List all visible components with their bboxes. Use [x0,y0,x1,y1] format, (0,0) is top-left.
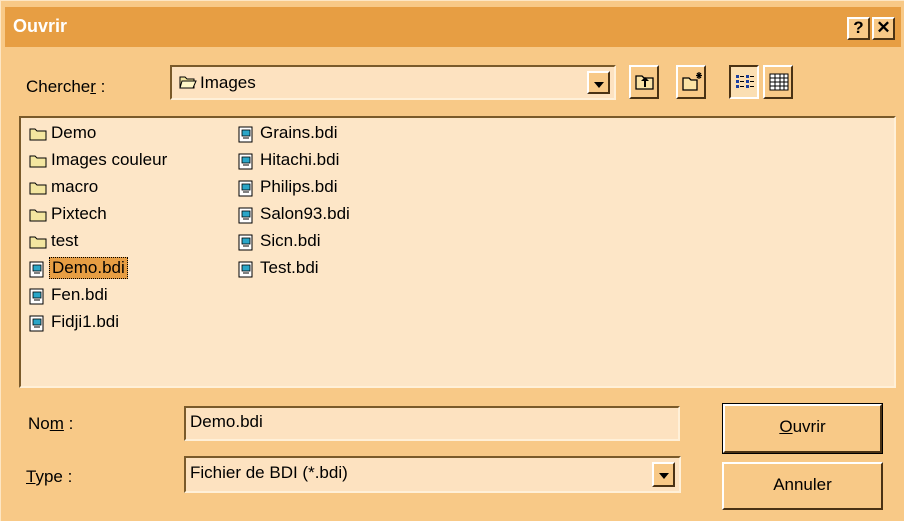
details-view-button[interactable] [763,65,793,99]
new-folder-button[interactable] [676,65,706,99]
close-button[interactable]: ✕ [872,17,895,40]
bdi-file-icon [238,180,254,202]
bdi-file-icon [29,288,45,310]
item-label: Sicn.bdi [260,231,321,250]
bdi-file-icon [29,261,45,283]
folder-icon [29,153,47,173]
item-label: Test.bdi [260,258,319,277]
new-folder-icon [682,72,702,91]
item-label: Pixtech [51,204,107,223]
item-label: Salon93.bdi [260,204,350,223]
window-title: Ouvrir [13,16,68,36]
lookin-label: Chercher : [26,77,106,96]
file-type-select[interactable]: Fichier de BDI (*.bdi) [184,456,681,493]
file-type-dropdown-button[interactable] [652,462,675,487]
up-folder-icon [635,75,654,90]
lookin-value: Images [200,73,256,92]
file-type-value: Fichier de BDI (*.bdi) [190,463,348,482]
item-label: macro [51,177,99,196]
bdi-file-icon [29,315,45,337]
help-button[interactable]: ? [847,17,870,40]
folder-icon [29,207,47,227]
item-label: Grains.bdi [260,123,338,142]
details-view-icon [769,73,789,91]
file-name-input[interactable]: Demo.bdi [184,406,680,441]
type-label: Type : [26,467,73,486]
up-one-level-button[interactable] [629,65,659,99]
bdi-file-icon [238,234,254,256]
title-bar[interactable]: Ouvrir ? ✕ [5,7,901,47]
open-folder-icon [179,76,197,89]
name-label: Nom : [28,414,74,433]
item-label: Hitachi.bdi [260,150,340,169]
folder-icon [29,126,47,146]
item-label: Fidji1.bdi [51,312,120,331]
bdi-file-icon [238,261,254,283]
file-name-value: Demo.bdi [190,412,263,431]
bdi-file-icon [238,153,254,175]
item-label: test [51,231,79,250]
list-view-icon [736,75,754,88]
item-label: Philips.bdi [260,177,338,196]
cancel-button[interactable]: Annuler [722,462,883,510]
lookin-dropdown-button[interactable] [587,71,610,94]
open-button[interactable]: Ouvrir [722,403,883,454]
item-label: Demo [51,123,97,142]
item-label: Fen.bdi [51,285,108,304]
file-list[interactable]: Demo Images couleur macro Pixtech test Demo.b… [19,116,896,388]
item-label: Demo.bdi [49,257,128,279]
lookin-combobox[interactable]: Images [170,65,616,100]
folder-icon [29,234,47,254]
open-dialog: Ouvrir ? ✕ Chercher : Images Demo Images… [0,0,904,521]
bdi-file-icon [238,126,254,148]
list-view-button[interactable] [729,65,759,99]
bdi-file-icon [238,207,254,229]
item-label: Images couleur [51,150,168,169]
folder-icon [29,180,47,200]
